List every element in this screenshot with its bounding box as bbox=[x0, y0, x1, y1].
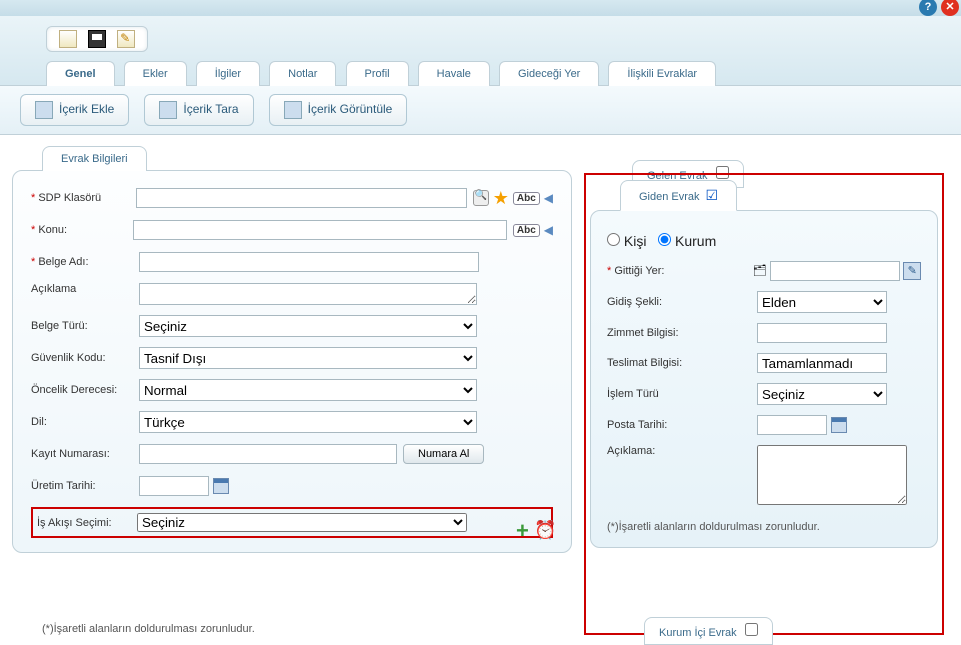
aciklama-textarea[interactable] bbox=[139, 283, 477, 305]
teslimat-input[interactable] bbox=[757, 353, 887, 373]
gittigi-yer-input[interactable] bbox=[770, 261, 900, 281]
oncelik-select[interactable]: Normal bbox=[139, 379, 477, 401]
belge-turu-select[interactable]: Seçiniz bbox=[139, 315, 477, 337]
icerik-tara-label: İçerik Tara bbox=[183, 102, 238, 116]
kurum-ici-evrak-tab[interactable]: Kurum İçi Evrak bbox=[644, 617, 773, 645]
tab-havale[interactable]: Havale bbox=[418, 61, 490, 86]
posta-tarihi-label: Posta Tarihi: bbox=[607, 419, 757, 431]
icerik-ekle-label: İçerik Ekle bbox=[59, 102, 114, 116]
abc-badge-2[interactable]: Abc bbox=[513, 224, 540, 237]
aciklama-label: Açıklama bbox=[31, 283, 139, 295]
gittigi-yer-label: * Gittiği Yer: bbox=[607, 265, 753, 277]
required-note: (*)İşaretli alanların doldurulması zorun… bbox=[12, 623, 572, 635]
kisi-radio[interactable]: Kişi bbox=[607, 233, 646, 249]
konu-input[interactable] bbox=[133, 220, 507, 240]
icerik-goruntule-button[interactable]: İçerik Görüntüle bbox=[269, 94, 408, 126]
konu-label: * Konu: bbox=[31, 224, 133, 236]
teslimat-label: Teslimat Bilgisi: bbox=[607, 357, 757, 369]
aciklama-right-textarea[interactable] bbox=[757, 445, 907, 505]
sdp-input[interactable] bbox=[136, 188, 467, 208]
tab-ekler[interactable]: Ekler bbox=[124, 61, 187, 86]
tab-genel[interactable]: Genel bbox=[46, 61, 115, 86]
tab-profil[interactable]: Profil bbox=[346, 61, 409, 86]
uretim-tarihi-input[interactable] bbox=[139, 476, 209, 496]
calendar-icon[interactable] bbox=[213, 478, 229, 494]
icerik-goruntule-label: İçerik Görüntüle bbox=[308, 102, 393, 116]
kurum-ici-checkbox[interactable] bbox=[745, 623, 758, 636]
guvenlik-select[interactable]: Tasnif Dışı bbox=[139, 347, 477, 369]
calendar-icon-2[interactable] bbox=[831, 417, 847, 433]
save-icon[interactable] bbox=[88, 30, 106, 48]
help-icon[interactable]: ? bbox=[919, 0, 937, 16]
edit-icon[interactable] bbox=[117, 30, 135, 48]
dil-label: Dil: bbox=[31, 416, 139, 428]
add-workflow-icon[interactable]: + bbox=[516, 518, 529, 544]
icerik-ekle-button[interactable]: İçerik Ekle bbox=[20, 94, 129, 126]
kayit-no-label: Kayıt Numarası: bbox=[31, 448, 139, 460]
dil-select[interactable]: Türkçe bbox=[139, 411, 477, 433]
is-akisi-label: İş Akışı Seçimi: bbox=[37, 517, 137, 529]
is-akisi-select[interactable]: Seçiniz bbox=[137, 513, 467, 532]
edit-target-icon[interactable]: ✎ bbox=[903, 262, 921, 280]
scanner-icon bbox=[159, 101, 177, 119]
numara-al-button[interactable]: Numara Al bbox=[403, 444, 484, 464]
belge-adi-label: * Belge Adı: bbox=[31, 256, 139, 268]
kayit-no-input[interactable] bbox=[139, 444, 397, 464]
giden-evrak-tab[interactable]: Giden Evrak ☑ bbox=[620, 180, 737, 211]
giden-evrak-check-icon[interactable]: ☑ bbox=[706, 187, 719, 203]
oncelik-label: Öncelik Derecesi: bbox=[31, 384, 139, 396]
islem-turu-select[interactable]: Seçiniz bbox=[757, 383, 887, 405]
guvenlik-label: Güvenlik Kodu: bbox=[31, 352, 139, 364]
tab-notlar[interactable]: Notlar bbox=[269, 61, 336, 86]
evrak-bilgileri-header: Evrak Bilgileri bbox=[42, 146, 147, 171]
kurum-radio[interactable]: Kurum bbox=[658, 233, 716, 249]
icerik-tara-button[interactable]: İçerik Tara bbox=[144, 94, 253, 126]
clipboard-view-icon bbox=[284, 101, 302, 119]
zimmet-label: Zimmet Bilgisi: bbox=[607, 327, 757, 339]
giden-evrak-label: Giden Evrak bbox=[639, 191, 700, 203]
collapse-icon[interactable]: ◀ bbox=[544, 191, 553, 205]
sdp-lookup-icon[interactable] bbox=[473, 190, 489, 206]
close-icon[interactable]: ✕ bbox=[941, 0, 959, 16]
toolbar bbox=[46, 26, 148, 52]
belge-turu-label: Belge Türü: bbox=[31, 320, 139, 332]
schedule-icon[interactable]: ⏰ bbox=[534, 520, 556, 541]
tab-iliskili-evraklar[interactable]: İlişkili Evraklar bbox=[608, 61, 716, 86]
posta-tarihi-input[interactable] bbox=[757, 415, 827, 435]
aciklama-right-label: Açıklama: bbox=[607, 445, 757, 457]
abc-badge[interactable]: Abc bbox=[513, 192, 540, 205]
tab-gidecegi-yer[interactable]: Gideceği Yer bbox=[499, 61, 599, 86]
collapse-icon-2[interactable]: ◀ bbox=[544, 223, 553, 237]
islem-turu-label: İşlem Türü bbox=[607, 388, 757, 400]
tree-picker-icon[interactable]: 🗂 bbox=[753, 264, 767, 278]
sdp-label: * SDP Klasörü bbox=[31, 192, 136, 204]
tab-ilgiler[interactable]: İlgiler bbox=[196, 61, 260, 86]
clipboard-add-icon bbox=[35, 101, 53, 119]
belge-adi-input[interactable] bbox=[139, 252, 479, 272]
gidis-sekli-label: Gidiş Şekli: bbox=[607, 296, 757, 308]
gidis-sekli-select[interactable]: Elden bbox=[757, 291, 887, 313]
zimmet-input[interactable] bbox=[757, 323, 887, 343]
uretim-label: Üretim Tarihi: bbox=[31, 480, 139, 492]
required-note-right: (*)İşaretli alanların doldurulması zorun… bbox=[607, 521, 921, 533]
new-doc-icon[interactable] bbox=[59, 30, 77, 48]
favorite-icon[interactable]: ★ bbox=[493, 190, 509, 206]
